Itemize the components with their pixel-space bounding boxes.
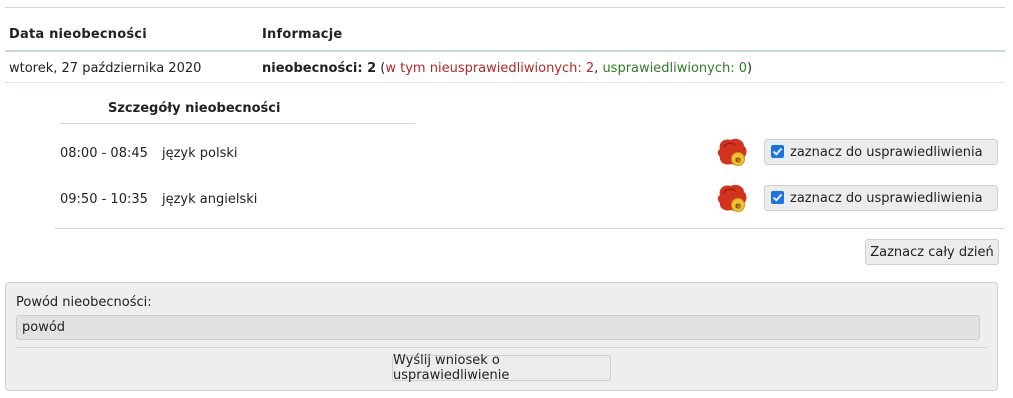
excuse-checkbox-label: zaznacz do usprawiedliwienia xyxy=(790,191,983,206)
excuse-checkbox-label: zaznacz do usprawiedliwienia xyxy=(790,145,983,160)
reason-label: Powód nieobecności: xyxy=(16,295,152,310)
paren-open: ( xyxy=(376,61,386,76)
excuse-checkbox[interactable] xyxy=(771,191,784,204)
absence-time: 09:50 - 10:35 xyxy=(60,192,148,207)
unexcused-count: w tym nieusprawiedliwionych: 2 xyxy=(385,61,595,76)
absence-summary: nieobecności: 2 (w tym nieusprawiedliwio… xyxy=(262,61,752,76)
details-title: Szczegóły nieobecności xyxy=(108,101,281,116)
absence-avatar-icon: e xyxy=(716,137,752,167)
submit-excuse-button[interactable]: Wyślij wniosek o usprawiedliwienie xyxy=(392,353,611,383)
details-bottom-divider xyxy=(55,228,1005,229)
column-header-info: Informacje xyxy=(262,27,343,42)
top-divider xyxy=(5,7,1005,8)
form-divider xyxy=(16,347,987,348)
svg-text:e: e xyxy=(735,156,741,166)
excuse-checkbox-container[interactable]: zaznacz do usprawiedliwienia xyxy=(764,185,998,211)
absence-avatar-icon: e xyxy=(716,183,752,213)
paren-close: ) xyxy=(747,61,753,76)
excused-count: usprawiedliwionych: 0 xyxy=(602,61,748,76)
summary-divider xyxy=(5,82,1005,83)
details-title-divider xyxy=(60,123,415,124)
absence-count: nieobecności: 2 xyxy=(262,61,377,76)
absence-subject: język polski xyxy=(162,146,238,161)
reason-input[interactable] xyxy=(16,315,980,340)
excuse-checkbox[interactable] xyxy=(771,145,784,158)
excuse-request-panel: Powód nieobecności: Wyślij wniosek o usp… xyxy=(5,282,998,391)
excuse-checkbox-container[interactable]: zaznacz do usprawiedliwienia xyxy=(764,139,998,165)
absence-subject: język angielski xyxy=(162,192,258,207)
absence-time: 08:00 - 08:45 xyxy=(60,146,148,161)
header-divider xyxy=(5,50,1005,52)
column-header-date: Data nieobecności xyxy=(9,27,147,42)
absence-date: wtorek, 27 października 2020 xyxy=(9,61,202,76)
svg-text:e: e xyxy=(735,202,741,212)
select-whole-day-button[interactable]: Zaznacz cały dzień xyxy=(865,239,999,265)
